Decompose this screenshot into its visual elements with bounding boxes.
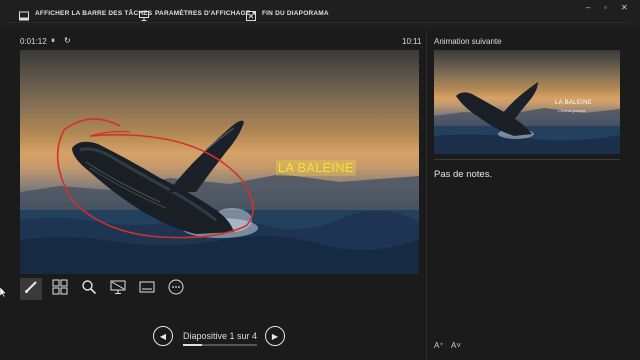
display-settings-button[interactable]: PARAMÈTRES D'AFFICHAGE ▾ xyxy=(139,8,256,21)
next-slide-button[interactable]: ▶ xyxy=(265,326,285,346)
slide-title: LA BALEINE xyxy=(276,160,356,176)
display-settings-icon xyxy=(139,8,149,21)
slide-navigation: ◀ Diapositive 1 sur 4 ▶ xyxy=(153,326,288,348)
current-slide[interactable]: LA BALEINE xyxy=(20,50,419,274)
elapsed-timer: 0:01:12 xyxy=(20,37,47,46)
current-time: 10:11 xyxy=(402,37,422,46)
preview-title: LA BALEINE xyxy=(555,100,593,106)
all-slides-button[interactable] xyxy=(49,278,71,300)
zoom-button[interactable] xyxy=(78,278,100,300)
reset-timer-button[interactable]: ↻ xyxy=(64,36,71,45)
pause-timer-button[interactable]: ⏸ xyxy=(51,36,55,46)
next-slide-preview[interactable]: LA BALEINE L'Animal gracieux xyxy=(434,50,620,154)
all-slides-icon xyxy=(52,279,68,300)
toolbar-divider xyxy=(8,22,630,23)
notes-divider xyxy=(434,159,620,160)
end-slideshow-label: FIN DU DIAPORAMA xyxy=(262,9,329,17)
mouse-cursor-icon xyxy=(0,287,6,297)
top-toolbar: AFFICHER LA BARRE DES TÂCHES PARAMÈTRES … xyxy=(0,0,640,28)
subtitles-button[interactable] xyxy=(136,278,158,300)
whale-photo xyxy=(20,118,419,274)
show-taskbar-label: AFFICHER LA BARRE DES TÂCHES xyxy=(35,9,153,17)
next-animation-label: Animation suivante xyxy=(434,37,502,46)
previous-arrow-icon: ◀ xyxy=(159,331,167,341)
pen-tool-button[interactable] xyxy=(20,278,42,300)
pane-divider[interactable] xyxy=(426,30,427,360)
speaker-notes[interactable]: Pas de notes. xyxy=(434,169,492,180)
close-button[interactable]: ✕ xyxy=(621,3,628,12)
show-taskbar-button[interactable]: AFFICHER LA BARRE DES TÂCHES xyxy=(19,8,153,21)
display-settings-label: PARAMÈTRES D'AFFICHAGE ▾ xyxy=(155,10,256,17)
more-options-button[interactable] xyxy=(165,278,187,300)
end-slideshow-icon xyxy=(246,8,256,21)
minimize-button[interactable]: – xyxy=(586,3,590,12)
increase-font-button[interactable]: A⁺ xyxy=(434,341,444,350)
slide-tools xyxy=(20,278,194,300)
more-options-icon xyxy=(168,279,184,300)
taskbar-icon xyxy=(19,8,29,21)
preview-subtitle: L'Animal gracieux xyxy=(558,109,586,113)
decrease-font-button[interactable]: A˅ xyxy=(451,341,461,350)
black-screen-button[interactable] xyxy=(107,278,129,300)
restore-button[interactable]: ▫ xyxy=(604,3,607,12)
subtitles-icon xyxy=(139,279,155,300)
slide-progress-bar xyxy=(183,344,257,346)
whale-thumbnail xyxy=(434,82,620,154)
slide-counter[interactable]: Diapositive 1 sur 4 xyxy=(183,331,257,341)
next-arrow-icon: ▶ xyxy=(271,331,279,341)
slide-progress-fill xyxy=(183,344,202,346)
zoom-icon xyxy=(81,279,97,300)
end-slideshow-button[interactable]: FIN DU DIAPORAMA xyxy=(246,8,329,21)
previous-slide-button[interactable]: ◀ xyxy=(153,326,173,346)
black-screen-icon xyxy=(110,279,126,300)
pen-tool-icon xyxy=(24,280,38,299)
